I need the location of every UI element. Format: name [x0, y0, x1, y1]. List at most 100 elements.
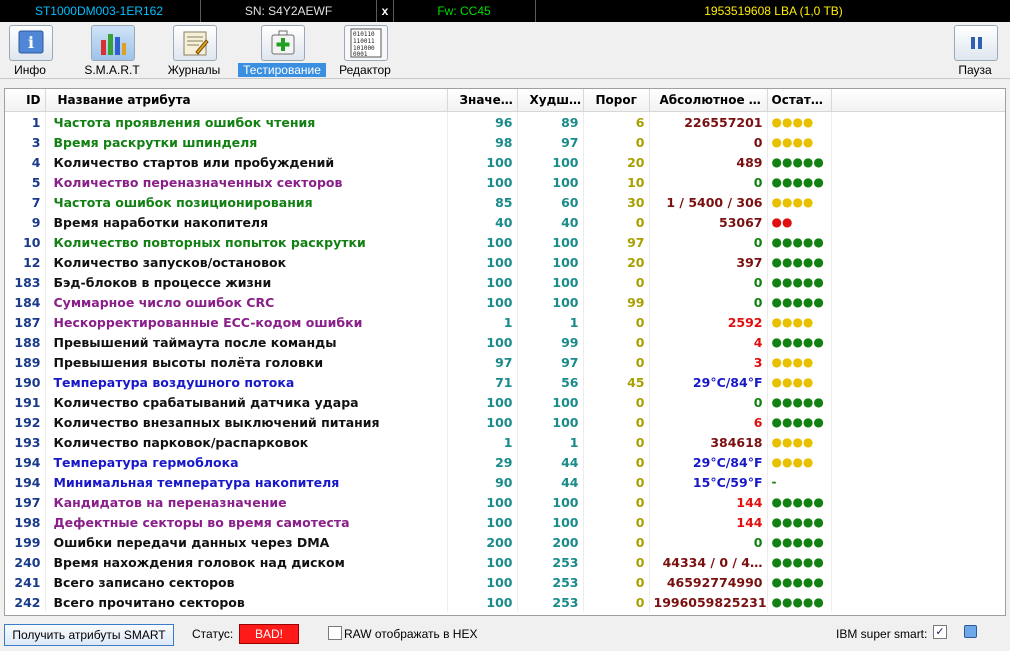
attribute-raw-value: 53067	[649, 212, 768, 232]
attribute-worst: 100	[517, 412, 584, 432]
attribute-id: 9	[5, 212, 46, 232]
raw-hex-label[interactable]: RAW отображать в HEX	[344, 627, 477, 641]
attribute-raw-value: 397	[649, 252, 768, 272]
attribute-threshold: 10	[583, 172, 650, 192]
attribute-value: 200	[447, 532, 518, 552]
raw-hex-checkbox[interactable]	[328, 626, 342, 640]
attribute-threshold: 0	[583, 212, 650, 232]
attribute-id: 191	[5, 392, 46, 412]
attribute-raw-value: 0	[649, 172, 768, 192]
table-row[interactable]: 194 Минимальная температура накопителя 90 4…	[5, 472, 1005, 492]
table-row[interactable]: 10 Количество повторных попыток раскрутки…	[5, 232, 1005, 252]
table-row[interactable]: 188 Превышений таймаута после команды 100 9…	[5, 332, 1005, 352]
attribute-id: 189	[5, 352, 46, 372]
row-filler	[831, 172, 1005, 192]
attribute-name: Минимальная температура накопителя	[45, 472, 448, 492]
attribute-threshold: 6	[583, 111, 650, 132]
table-row[interactable]: 199 Ошибки передачи данных через DMA 200 20…	[5, 532, 1005, 552]
attribute-name: Кандидатов на переназначение	[45, 492, 448, 512]
column-header-threshold[interactable]: Порог	[583, 89, 650, 112]
pause-icon	[954, 25, 998, 61]
get-smart-attributes-button[interactable]: Получить атрибуты SMART	[4, 624, 174, 646]
attribute-raw-value: 29°C/84°F	[649, 452, 768, 472]
attribute-raw-value: 0	[649, 232, 768, 252]
close-icon[interactable]: x	[376, 0, 393, 22]
editor-button[interactable]: 010110 110011 101000 0001 Редактор	[334, 25, 396, 77]
table-row[interactable]: 190 Температура воздушного потока 71 56 45 29…	[5, 372, 1005, 392]
attribute-threshold: 0	[583, 132, 650, 152]
attribute-value: 100	[447, 512, 518, 532]
attribute-value: 100	[447, 252, 518, 272]
table-row[interactable]: 1 Частота проявления ошибок чтения 96 89 6 22…	[5, 111, 1005, 132]
column-header-id[interactable]: ID	[5, 89, 46, 112]
attribute-threshold: 0	[583, 472, 650, 492]
smart-button[interactable]: S.M.A.R.T	[78, 25, 146, 77]
table-row[interactable]: 184 Суммарное число ошибок CRC 100 100 99 0 ●●…	[5, 292, 1005, 312]
table-row[interactable]: 189 Превышения высоты полёта головки 97 97 0…	[5, 352, 1005, 372]
ibm-super-smart-checkbox[interactable]: ✓	[933, 625, 947, 639]
table-row[interactable]: 198 Дефектные секторы во время самотеста 1…	[5, 512, 1005, 532]
row-filler	[831, 432, 1005, 452]
attribute-name: Частота проявления ошибок чтения	[45, 111, 448, 132]
indicator-square-icon[interactable]	[964, 625, 977, 638]
table-row[interactable]: 187 Нескорректированные ECC-кодом ошибки 1…	[5, 312, 1005, 332]
table-row[interactable]: 242 Всего прочитано секторов 100 253 0 199605…	[5, 592, 1005, 612]
row-filler	[831, 392, 1005, 412]
attribute-name: Нескорректированные ECC-кодом ошибки	[45, 312, 448, 332]
attribute-value: 100	[447, 392, 518, 412]
column-header-raw[interactable]: Абсолютное …	[649, 89, 768, 112]
column-header-name[interactable]: Название атрибута	[45, 89, 448, 112]
attribute-worst: 40	[517, 212, 584, 232]
attribute-worst: 100	[517, 172, 584, 192]
attribute-value: 100	[447, 152, 518, 172]
attribute-health: ●●●●	[767, 192, 832, 212]
attribute-raw-value: 144	[649, 512, 768, 532]
table-row[interactable]: 193 Количество парковок/распарковок 1 1 0 384…	[5, 432, 1005, 452]
attribute-threshold: 0	[583, 352, 650, 372]
table-row[interactable]: 183 Бэд-блоков в процессе жизни 100 100 0 0 ●●…	[5, 272, 1005, 292]
attribute-name: Частота ошибок позиционирования	[45, 192, 448, 212]
table-row[interactable]: 7 Частота ошибок позиционирования 85 60 30 1 …	[5, 192, 1005, 212]
info-button[interactable]: i Инфо	[2, 25, 58, 77]
attribute-worst: 44	[517, 452, 584, 472]
row-filler	[831, 572, 1005, 592]
attribute-name: Превышений таймаута после команды	[45, 332, 448, 352]
attribute-health: ●●●●	[767, 372, 832, 392]
attribute-worst: 253	[517, 552, 584, 572]
column-header-value[interactable]: Значе…	[447, 89, 518, 112]
attribute-name: Время нахождения головок над диском	[45, 552, 448, 572]
column-header-health[interactable]: Остат…	[767, 89, 832, 112]
table-row[interactable]: 9 Время наработки накопителя 40 40 0 53067 ●●	[5, 212, 1005, 232]
testing-button[interactable]: Тестирование	[238, 25, 326, 77]
logs-button[interactable]: Журналы	[162, 25, 226, 77]
smart-attributes-table[interactable]: ID Название атрибута Значе… Худш… Порог …	[4, 88, 1006, 616]
row-filler	[831, 352, 1005, 372]
attribute-worst: 99	[517, 332, 584, 352]
table-row[interactable]: 12 Количество запусков/остановок 100 100 20 3…	[5, 252, 1005, 272]
attribute-value: 100	[447, 332, 518, 352]
table-row[interactable]: 191 Количество срабатываний датчика удара…	[5, 392, 1005, 412]
row-filler	[831, 212, 1005, 232]
table-row[interactable]: 3 Время раскрутки шпинделя 98 97 0 0 ●●●●	[5, 132, 1005, 152]
attribute-raw-value: 6	[649, 412, 768, 432]
table-row[interactable]: 5 Количество переназначенных секторов 100 1…	[5, 172, 1005, 192]
attribute-value: 100	[447, 272, 518, 292]
column-header-worst[interactable]: Худш…	[517, 89, 584, 112]
attribute-id: 10	[5, 232, 46, 252]
table-row[interactable]: 4 Количество стартов или пробуждений 100 10…	[5, 152, 1005, 172]
attribute-worst: 100	[517, 292, 584, 312]
attribute-health: ●●	[767, 212, 832, 232]
pause-button[interactable]: Пауза	[948, 25, 1002, 77]
attribute-health: ●●●●●	[767, 512, 832, 532]
attribute-threshold: 0	[583, 592, 650, 612]
table-row[interactable]: 197 Кандидатов на переназначение 100 100 0 14…	[5, 492, 1005, 512]
attribute-id: 187	[5, 312, 46, 332]
row-filler	[831, 372, 1005, 392]
table-row[interactable]: 241 Всего записано секторов 100 253 0 4659277…	[5, 572, 1005, 592]
table-row[interactable]: 192 Количество внезапных выключений питан…	[5, 412, 1005, 432]
svg-text:i: i	[28, 33, 34, 52]
table-row[interactable]: 194 Температура гермоблока 29 44 0 29°C/84°F ●…	[5, 452, 1005, 472]
attribute-id: 192	[5, 412, 46, 432]
table-row[interactable]: 240 Время нахождения головок над диском 10…	[5, 552, 1005, 572]
svg-text:0001: 0001	[353, 51, 368, 58]
